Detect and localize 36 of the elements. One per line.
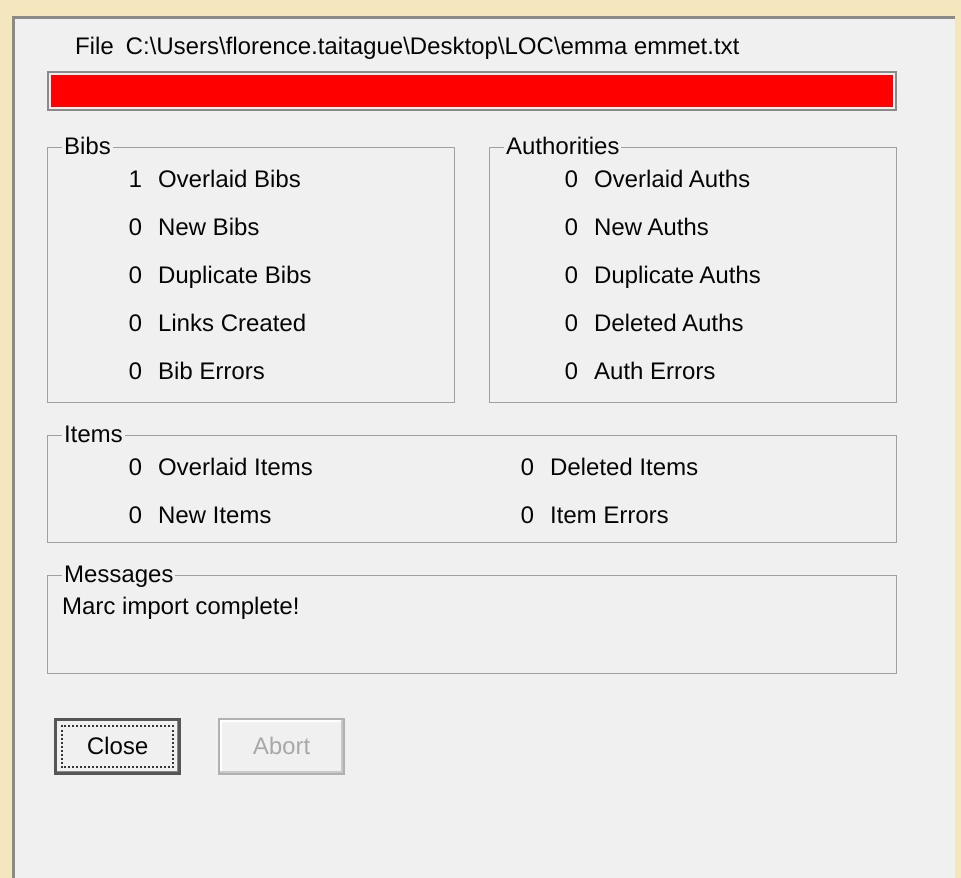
count-label: Auth Errors (594, 357, 716, 387)
count-label: Bib Errors (158, 357, 265, 387)
close-button[interactable]: Close (54, 718, 181, 775)
count-label: Duplicate Bibs (158, 261, 312, 291)
count-label: Overlaid Auths (594, 165, 750, 195)
count-value: 0 (564, 357, 578, 387)
count-label: New Bibs (158, 213, 260, 243)
count-label: Deleted Auths (594, 309, 744, 339)
count-label: Overlaid Bibs (158, 165, 301, 195)
file-label: File (75, 33, 114, 61)
count-value: 0 (128, 213, 142, 243)
count-value: 0 (564, 213, 578, 243)
count-label: Overlaid Items (158, 453, 313, 483)
count-label: Duplicate Auths (594, 261, 761, 291)
count-label: New Items (158, 501, 272, 531)
count-value: 1 (128, 165, 142, 195)
count-label: Deleted Items (550, 453, 698, 483)
count-label: Links Created (158, 309, 306, 339)
count-value: 0 (128, 501, 142, 531)
file-path: C:\Users\florence.taitague\Desktop\LOC\emma emmet.txt (126, 33, 740, 61)
count-label: Item Errors (550, 501, 669, 531)
group-title: Bibs (63, 133, 112, 161)
count-value: 0 (520, 453, 534, 483)
group-title: Messages (63, 561, 174, 589)
message-text: Marc import complete! (61, 593, 300, 620)
count-value: 0 (564, 165, 578, 195)
count-value: 0 (564, 261, 578, 291)
count-value: 0 (128, 453, 142, 483)
count-value: 0 (128, 261, 142, 291)
group-title: Items (63, 421, 124, 449)
group-title: Authorities (505, 133, 620, 161)
count-label: New Auths (594, 213, 709, 243)
count-value: 0 (128, 309, 142, 339)
count-value: 0 (564, 309, 578, 339)
count-value: 0 (128, 357, 142, 387)
count-value: 0 (520, 501, 534, 531)
